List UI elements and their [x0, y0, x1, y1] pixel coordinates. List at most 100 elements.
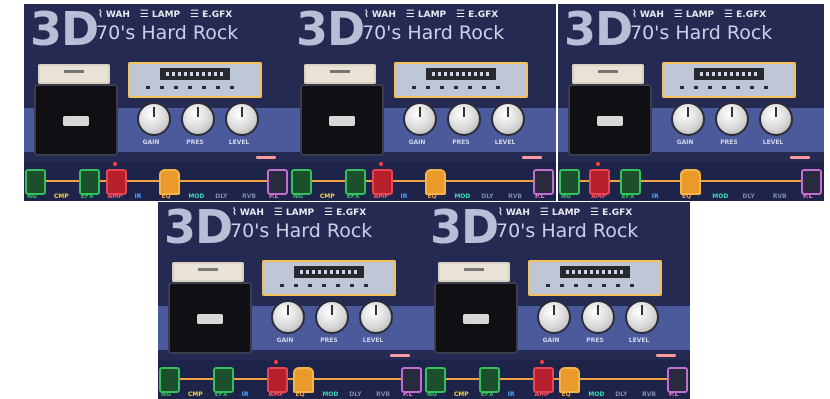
toggle-wah[interactable]: ⌇ WAH	[364, 9, 396, 20]
toggle-lamp[interactable]: ☰ LAMP	[674, 9, 714, 20]
gain-knob[interactable]	[403, 102, 437, 136]
amp-head[interactable]	[304, 64, 376, 84]
chain-block-ng[interactable]	[425, 367, 446, 393]
parameter-dots	[546, 284, 644, 287]
cabinet-badge	[197, 314, 223, 324]
preset-name[interactable]: 70's Hard Rock	[362, 22, 504, 44]
toggle-wah[interactable]: ⌇ WAH	[232, 207, 264, 218]
knob-label-level: LEVEL	[762, 139, 784, 146]
toggle-egfx[interactable]: ☰ E.GFX	[590, 207, 632, 218]
chain-block-pl[interactable]	[267, 169, 288, 195]
chain-block-efx[interactable]	[344, 169, 366, 195]
selection-marker	[596, 162, 601, 166]
pres-knob[interactable]	[715, 102, 749, 136]
chain-block-eq[interactable]	[425, 169, 447, 195]
speaker-cabinet[interactable]	[434, 282, 518, 354]
chain-block-ng[interactable]	[291, 169, 312, 195]
chain-block-eq[interactable]	[559, 367, 581, 393]
gain-knob[interactable]	[537, 300, 571, 334]
level-knob[interactable]	[625, 300, 659, 334]
chain-block-efx[interactable]	[478, 367, 500, 393]
lamp-icon: ☰	[324, 207, 334, 218]
speaker-cabinet[interactable]	[34, 84, 118, 156]
amp-head[interactable]	[572, 64, 644, 84]
lamp-icon: ☰	[273, 207, 283, 218]
gain-knob[interactable]	[671, 102, 705, 136]
chain-block-efx[interactable]	[78, 169, 100, 195]
pres-knob[interactable]	[181, 102, 215, 136]
toggle-label: LAMP	[285, 207, 315, 218]
parameter-display[interactable]	[262, 260, 396, 296]
lcd-readout	[694, 68, 764, 80]
gain-knob[interactable]	[137, 102, 171, 136]
level-knob[interactable]	[225, 102, 259, 136]
amp-head[interactable]	[172, 262, 244, 282]
chain-block-ng[interactable]	[25, 169, 46, 195]
amp-head[interactable]	[438, 262, 510, 282]
knob-label-pres: PRES	[720, 139, 738, 146]
preset-name[interactable]: 70's Hard Rock	[630, 22, 772, 44]
level-knob[interactable]	[759, 102, 793, 136]
toggle-lamp[interactable]: ☰ LAMP	[540, 207, 580, 218]
pres-knob[interactable]	[447, 102, 481, 136]
preset-name[interactable]: 70's Hard Rock	[230, 220, 372, 242]
signal-chain: NG CMP EFX IR AMP EQ MOD DLY RVB P.L	[424, 360, 690, 399]
chain-block-amp[interactable]	[532, 367, 554, 393]
toggle-lamp[interactable]: ☰ LAMP	[140, 9, 180, 20]
mode-indicator: 3D	[564, 4, 633, 56]
chain-block-pl[interactable]	[401, 367, 422, 393]
toggle-lamp[interactable]: ☰ LAMP	[406, 9, 446, 20]
chain-block-efx[interactable]	[619, 169, 641, 195]
knob-row: GAIN PRES LEVEL	[668, 102, 798, 150]
toggle-label: WAH	[639, 9, 664, 20]
toggle-wah[interactable]: ⌇ WAH	[632, 9, 664, 20]
toggle-egfx[interactable]: ☰ E.GFX	[724, 9, 766, 20]
preset-name[interactable]: 70's Hard Rock	[96, 22, 238, 44]
parameter-display[interactable]	[528, 260, 662, 296]
knob-label-level: LEVEL	[228, 139, 250, 146]
toggle-row: ⌇ WAH ☰ LAMP ☰ E.GFX	[632, 9, 766, 20]
toggle-egfx[interactable]: ☰ E.GFX	[190, 9, 232, 20]
status-bar	[790, 156, 810, 159]
amp-head[interactable]	[38, 64, 110, 84]
toggle-lamp[interactable]: ☰ LAMP	[274, 207, 314, 218]
parameter-display[interactable]	[662, 62, 796, 98]
toggle-egfx[interactable]: ☰ E.GFX	[456, 9, 498, 20]
chain-block-amp[interactable]	[266, 367, 288, 393]
gain-knob[interactable]	[271, 300, 305, 334]
chain-block-amp[interactable]	[105, 169, 127, 195]
level-knob[interactable]	[491, 102, 525, 136]
pres-knob[interactable]	[315, 300, 349, 334]
toggle-label: E.GFX	[336, 207, 367, 218]
chain-block-pl[interactable]	[801, 169, 822, 195]
speaker-cabinet[interactable]	[300, 84, 384, 156]
chain-label: DLY	[742, 193, 755, 200]
toggle-label: E.GFX	[736, 9, 767, 20]
parameter-display[interactable]	[128, 62, 262, 98]
chain-label: CMP	[187, 391, 203, 398]
chain-block-eq[interactable]	[293, 367, 315, 393]
chain-label: CMP	[319, 193, 335, 200]
pres-knob[interactable]	[581, 300, 615, 334]
chain-block-efx[interactable]	[212, 367, 234, 393]
chain-block-eq[interactable]	[159, 169, 181, 195]
chain-block-amp[interactable]	[589, 169, 611, 195]
chain-block-amp[interactable]	[371, 169, 393, 195]
knob-label-level: LEVEL	[494, 139, 516, 146]
toggle-wah[interactable]: ⌇ WAH	[498, 207, 530, 218]
chain-block-eq[interactable]	[680, 169, 701, 195]
toggle-label: WAH	[239, 207, 264, 218]
toggle-egfx[interactable]: ☰ E.GFX	[324, 207, 366, 218]
chain-block-ng[interactable]	[159, 367, 180, 393]
speaker-cabinet[interactable]	[168, 282, 252, 354]
speaker-cabinet[interactable]	[568, 84, 652, 156]
chain-label: IR	[400, 193, 408, 200]
toggle-row: ⌇ WAH ☰ LAMP ☰ E.GFX	[364, 9, 498, 20]
chain-block-pl[interactable]	[533, 169, 554, 195]
toggle-wah[interactable]: ⌇ WAH	[98, 9, 130, 20]
chain-block-pl[interactable]	[667, 367, 688, 393]
preset-name[interactable]: 70's Hard Rock	[496, 220, 638, 242]
level-knob[interactable]	[359, 300, 393, 334]
parameter-display[interactable]	[394, 62, 528, 98]
chain-block-ng[interactable]	[559, 169, 580, 195]
